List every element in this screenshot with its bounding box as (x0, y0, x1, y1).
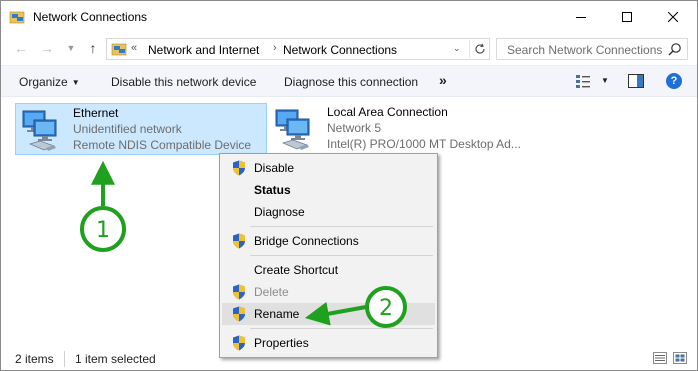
menu-item-delete[interactable]: Delete (222, 281, 435, 303)
more-commands-button[interactable]: » (439, 72, 447, 88)
command-bar: Organize ▼ Disable this network device Di… (1, 65, 697, 97)
search-box[interactable]: Search Network Connections (496, 38, 688, 60)
status-divider (64, 351, 65, 367)
search-input[interactable]: Search Network Connections (507, 43, 662, 57)
back-button[interactable]: ← (11, 38, 31, 58)
maximize-button[interactable] (604, 1, 650, 33)
menu-item-create-shortcut[interactable]: Create Shortcut (222, 259, 435, 281)
close-button[interactable] (650, 1, 696, 33)
minimize-icon (576, 17, 586, 18)
network-folder-icon (111, 43, 127, 56)
uac-shield-icon (233, 335, 245, 351)
menu-label: Status (254, 183, 291, 197)
menu-item-status[interactable]: Status (222, 179, 435, 201)
window-title: Network Connections (33, 10, 148, 24)
details-view-icon[interactable] (653, 352, 667, 364)
search-icon[interactable] (668, 42, 682, 56)
menu-item-diagnose[interactable]: Diagnose (222, 201, 435, 223)
address-bar[interactable]: « Network and Internet › Network Connect… (106, 38, 490, 60)
menu-label: Create Shortcut (254, 263, 339, 277)
connection-device: Intel(R) PRO/1000 MT Desktop Ad... (327, 137, 521, 151)
address-row: ← → ▼ ↑ « Network and Internet › Network… (1, 34, 697, 62)
menu-label: Disable (254, 161, 295, 175)
preview-pane-icon[interactable] (628, 74, 644, 88)
help-button[interactable]: ? (666, 73, 682, 89)
context-menu: Disable Status Diagnose Bridge Connectio… (219, 153, 438, 358)
connection-item-local-area[interactable]: Local Area Connection Network 5 Intel(R)… (269, 103, 521, 155)
disable-device-button[interactable]: Disable this network device (111, 75, 256, 89)
network-folder-icon (9, 11, 25, 24)
refresh-button[interactable] (469, 40, 489, 58)
menu-label: Rename (254, 307, 300, 321)
minimize-button[interactable] (558, 1, 604, 33)
connection-status: Network 5 (327, 121, 382, 135)
menu-label: Delete (254, 285, 289, 299)
connection-name: Local Area Connection (327, 105, 448, 119)
menu-label: Diagnose (254, 205, 305, 219)
uac-shield-icon (233, 284, 245, 300)
menu-label: Bridge Connections (254, 234, 359, 248)
large-icons-view-icon[interactable] (673, 352, 687, 364)
breadcrumb-overflow[interactable]: « (131, 42, 137, 54)
connection-device: Remote NDIS Compatible Device (73, 138, 252, 152)
organize-menu[interactable]: Organize ▼ (19, 75, 80, 89)
breadcrumb-network-connections[interactable]: Network Connections (283, 43, 397, 57)
connection-status: Unidentified network (73, 122, 182, 136)
menu-separator (250, 226, 433, 227)
address-dropdown-icon[interactable]: ⌄ (453, 43, 461, 54)
change-view-icon[interactable] (575, 73, 591, 89)
menu-separator (250, 328, 433, 329)
maximize-icon (622, 12, 632, 22)
recent-locations-button[interactable]: ▼ (61, 38, 81, 58)
selection-count: 1 item selected (75, 352, 156, 366)
arrow-left-icon: ← (14, 40, 28, 56)
connection-item-ethernet[interactable]: Ethernet Unidentified network Remote NDI… (15, 103, 267, 155)
diagnose-connection-button[interactable]: Diagnose this connection (284, 75, 418, 89)
uac-shield-icon (233, 233, 245, 249)
organize-label: Organize (19, 75, 68, 89)
arrow-right-icon: → (40, 40, 54, 56)
uac-shield-icon (233, 160, 245, 176)
breadcrumb-network-and-internet[interactable]: Network and Internet (148, 43, 259, 57)
caret-down-icon: ▼ (71, 78, 80, 87)
menu-item-properties[interactable]: Properties (222, 332, 435, 354)
menu-separator (250, 255, 433, 256)
explorer-window: Network Connections ← → ▼ ↑ « Network an… (0, 0, 698, 371)
menu-item-disable[interactable]: Disable (222, 157, 435, 179)
menu-item-rename[interactable]: Rename (222, 303, 435, 325)
uac-shield-icon (233, 306, 245, 322)
menu-label: Properties (254, 336, 309, 350)
forward-button[interactable]: → (37, 38, 57, 58)
item-count: 2 items (15, 352, 54, 366)
menu-item-bridge-connections[interactable]: Bridge Connections (222, 230, 435, 252)
chevron-down-icon: ▼ (66, 43, 76, 53)
network-adapter-icon (275, 109, 310, 150)
breadcrumb-separator[interactable]: › (273, 42, 277, 54)
arrow-up-icon: ↑ (89, 40, 97, 56)
network-adapter-icon (22, 110, 57, 151)
view-options-dropdown[interactable]: ▼ (601, 76, 609, 85)
up-button[interactable]: ↑ (83, 38, 103, 58)
connection-name: Ethernet (73, 106, 119, 120)
refresh-icon (475, 43, 485, 54)
close-icon (668, 12, 678, 22)
title-bar[interactable]: Network Connections (1, 1, 697, 33)
